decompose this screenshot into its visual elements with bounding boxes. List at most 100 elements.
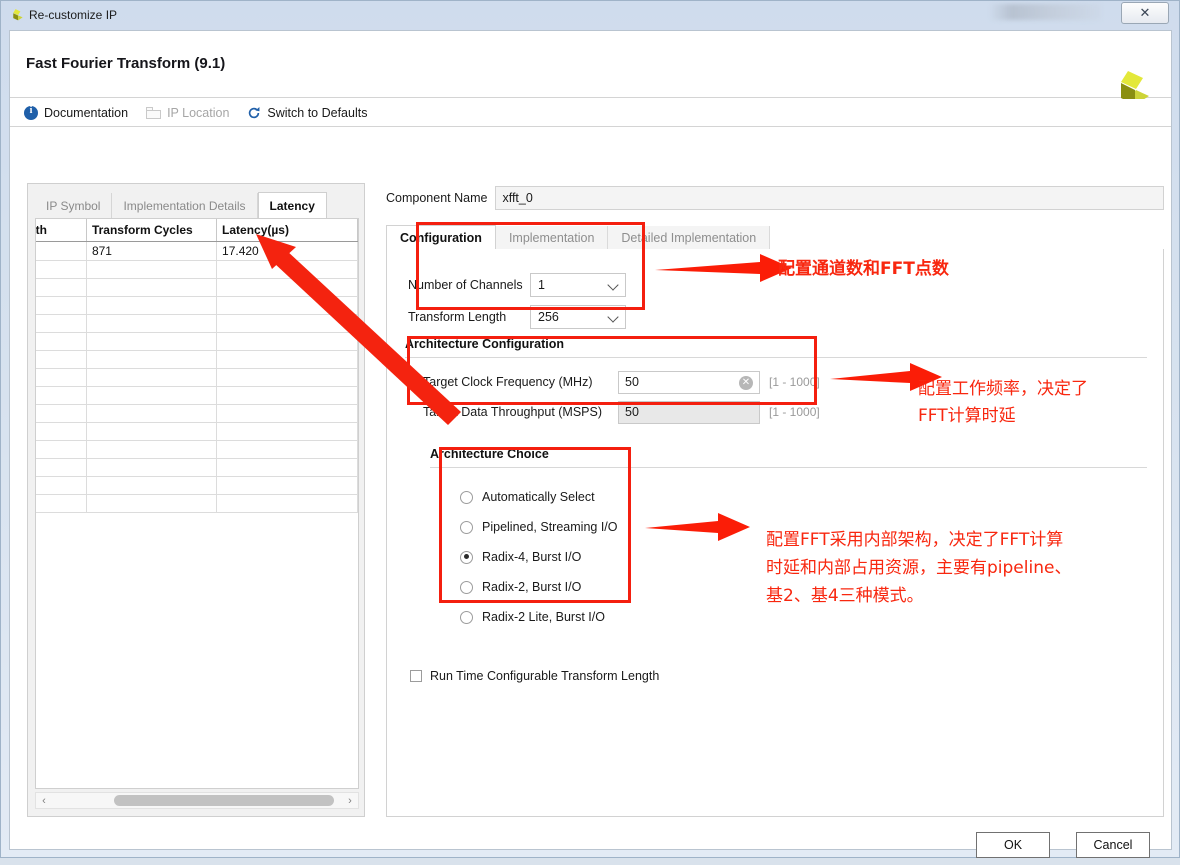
radio-label: Pipelined, Streaming I/O xyxy=(482,520,618,534)
table-cell xyxy=(216,440,358,459)
radio-label: Radix-2, Burst I/O xyxy=(482,580,582,594)
table-cell xyxy=(86,368,218,387)
radio-icon[interactable] xyxy=(460,610,473,624)
table-cell xyxy=(86,404,218,423)
table-cell xyxy=(36,404,87,423)
table-row[interactable]: 871 17.420 xyxy=(36,241,358,261)
table-row[interactable] xyxy=(36,332,358,351)
radio-icon-selected[interactable] xyxy=(460,550,473,564)
architecture-choice-heading: Architecture Choice xyxy=(430,447,549,461)
number-of-channels-select[interactable]: 1 xyxy=(530,273,626,297)
tab-implementation[interactable]: Implementation xyxy=(495,226,609,250)
scrollbar-thumb[interactable] xyxy=(114,795,334,806)
configuration-panel: Component Name xfft_0 Configuration Impl… xyxy=(386,186,1164,817)
close-icon[interactable]: ✕ xyxy=(1121,2,1169,24)
run-time-configurable-label: Run Time Configurable Transform Length xyxy=(430,669,660,683)
scroll-right-icon[interactable]: › xyxy=(342,795,358,807)
architecture-configuration-heading: Architecture Configuration xyxy=(405,337,565,351)
table-row[interactable] xyxy=(36,404,358,423)
scrollbar-track[interactable] xyxy=(52,792,342,809)
number-of-channels-value: 1 xyxy=(538,278,545,292)
target-data-throughput-label: Target Data Throughput (MSPS) xyxy=(423,405,603,419)
table-row[interactable] xyxy=(36,278,358,297)
target-data-throughput-range: [1 - 1000] xyxy=(769,405,820,419)
table-cell xyxy=(86,260,218,279)
table-cell xyxy=(86,476,218,495)
checkbox-icon[interactable] xyxy=(410,670,422,682)
component-name-input[interactable]: xfft_0 xyxy=(495,186,1164,210)
transform-length-select[interactable]: 256 xyxy=(530,305,626,329)
info-icon xyxy=(24,105,38,120)
table-row[interactable] xyxy=(36,494,358,513)
radio-icon[interactable] xyxy=(460,490,473,504)
folder-icon xyxy=(146,106,162,119)
table-row[interactable] xyxy=(36,440,358,459)
radio-label: Automatically Select xyxy=(482,490,595,504)
table-cell xyxy=(86,278,218,297)
annotation-note-clock-line1: 配置工作频率，决定了 xyxy=(918,379,1088,399)
table-cell xyxy=(216,260,358,279)
table-cell xyxy=(216,476,358,495)
radio-automatically-select[interactable]: Automatically Select xyxy=(460,482,618,512)
component-name-row: Component Name xfft_0 xyxy=(386,186,1164,210)
annotation-note-clock-line2: FFT计算时延 xyxy=(918,406,1016,426)
target-clock-frequency-input[interactable]: 50 ✕ xyxy=(618,370,760,394)
table-cell xyxy=(36,260,87,279)
radio-radix-4-burst-io[interactable]: Radix-4, Burst I/O xyxy=(460,542,618,572)
clear-icon[interactable]: ✕ xyxy=(739,375,753,390)
table-cell xyxy=(36,386,87,405)
table-row[interactable] xyxy=(36,296,358,315)
latency-table-container[interactable]: m Length Transform Cycles Latency(µs) 87… xyxy=(35,218,359,789)
table-cell: 871 xyxy=(86,241,218,261)
run-time-configurable-checkbox-row[interactable]: Run Time Configurable Transform Length xyxy=(410,669,659,683)
window-title: Re-customize IP xyxy=(29,8,118,22)
section-divider xyxy=(430,467,1147,468)
table-cell xyxy=(36,494,87,513)
table-row[interactable] xyxy=(36,314,358,333)
documentation-label: Documentation xyxy=(44,105,129,120)
ip-location-button[interactable]: IP Location xyxy=(146,106,229,120)
table-cell xyxy=(86,440,218,459)
table-cell xyxy=(36,422,87,441)
switch-to-defaults-button[interactable]: Switch to Defaults xyxy=(247,106,367,120)
table-cell xyxy=(86,422,218,441)
tab-latency[interactable]: Latency xyxy=(257,192,327,220)
table-cell xyxy=(36,350,87,369)
ok-button[interactable]: OK xyxy=(976,832,1050,858)
tab-implementation-details[interactable]: Implementation Details xyxy=(112,193,258,219)
target-clock-frequency-range: [1 - 1000] xyxy=(769,375,820,389)
radio-icon[interactable] xyxy=(460,580,473,594)
tab-detailed-implementation[interactable]: Detailed Implementation xyxy=(608,226,771,250)
table-row[interactable] xyxy=(36,368,358,387)
radio-icon[interactable] xyxy=(460,520,473,534)
table-row[interactable] xyxy=(36,476,358,495)
radio-radix-2-burst-io[interactable]: Radix-2, Burst I/O xyxy=(460,572,618,602)
table-cell xyxy=(216,386,358,405)
table-cell xyxy=(216,368,358,387)
tab-ip-symbol[interactable]: IP Symbol xyxy=(35,193,113,219)
target-data-throughput-input[interactable]: 50 xyxy=(618,400,760,424)
documentation-button[interactable]: Documentation xyxy=(24,105,129,120)
horizontal-scrollbar[interactable]: ‹ › xyxy=(35,792,359,809)
table-row[interactable] xyxy=(36,260,358,279)
table-row[interactable] xyxy=(36,386,358,405)
table-cell xyxy=(86,296,218,315)
cancel-button[interactable]: Cancel xyxy=(1076,832,1150,858)
radio-radix-2-lite-burst-io[interactable]: Radix-2 Lite, Burst I/O xyxy=(460,602,618,632)
target-data-throughput-row: Target Data Throughput (MSPS) 50 [1 - 10… xyxy=(423,397,820,427)
table-row[interactable] xyxy=(36,422,358,441)
table-row[interactable] xyxy=(36,350,358,369)
chevron-down-icon xyxy=(607,311,619,323)
table-cell xyxy=(36,314,87,333)
table-cell xyxy=(216,350,358,369)
left-preview-panel: IP Symbol Implementation Details Latency… xyxy=(27,183,365,817)
ip-location-label: IP Location xyxy=(167,105,230,120)
table-cell xyxy=(36,278,87,297)
tab-configuration[interactable]: Configuration xyxy=(386,225,496,251)
architecture-choice-radio-group: Automatically Select Pipelined, Streamin… xyxy=(460,482,618,632)
scroll-left-icon[interactable]: ‹ xyxy=(36,795,52,807)
table-row[interactable] xyxy=(36,458,358,477)
page-title: Fast Fourier Transform (9.1) xyxy=(26,55,226,72)
latency-table-body: 871 17.420 xyxy=(36,241,358,513)
radio-pipelined-streaming-io[interactable]: Pipelined, Streaming I/O xyxy=(460,512,618,542)
